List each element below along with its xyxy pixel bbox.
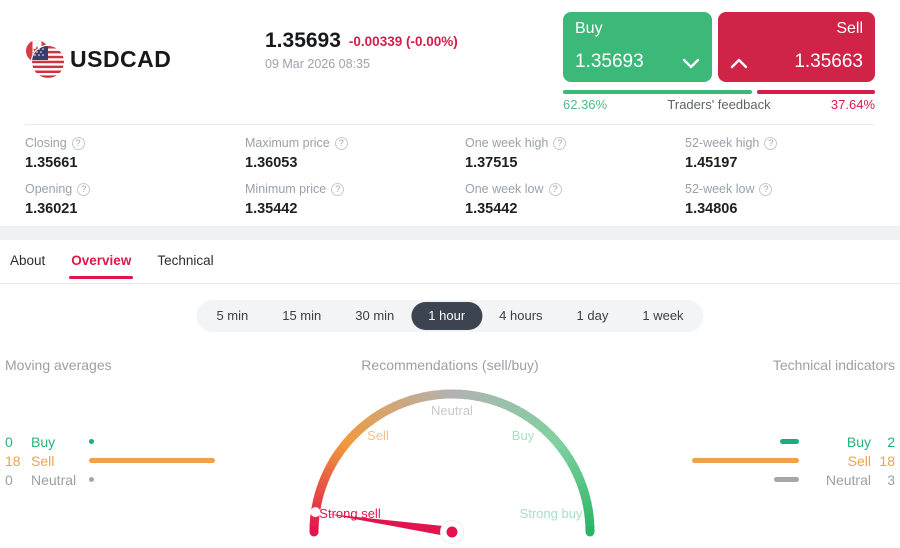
gauge-label-sell: Sell [367, 428, 389, 443]
help-icon[interactable]: ? [334, 136, 348, 150]
help-icon[interactable]: ? [548, 182, 562, 196]
stat-52-week-high: 52-week high? 1.45197 [685, 136, 890, 171]
ti-sell-label: Sell [847, 452, 871, 469]
ma-sell-count: 18 [5, 452, 21, 469]
tab-overview[interactable]: Overview [69, 240, 134, 284]
instrument-overview-page: USDCAD 1.35693 -0.00339 (-0.00%) 09 Mar … [0, 0, 900, 548]
current-price: 1.35693 [265, 29, 341, 52]
ma-neutral-count: 0 [5, 471, 13, 488]
tab-technical[interactable]: Technical [157, 240, 213, 284]
feedback-label: Traders' feedback [667, 97, 771, 112]
recommendations-title: Recommendations (sell/buy) [361, 357, 539, 373]
help-icon[interactable]: ? [764, 136, 778, 150]
timeframe-4hours[interactable]: 4 hours [482, 302, 559, 330]
gauge-label-neutral: Neutral [431, 403, 473, 418]
stat-value: 1.36021 [25, 201, 78, 217]
timeframe-1hour[interactable]: 1 hour [411, 302, 483, 330]
stat-label: Closing [25, 136, 67, 150]
ti-buy-count: 2 [887, 433, 895, 450]
stat-52-week-low: 52-week low? 1.34806 [685, 182, 890, 217]
ti-neutral-label: Neutral [825, 471, 871, 488]
ti-row-sell: Sell 18 [692, 452, 895, 469]
stat-value: 1.35442 [465, 201, 518, 217]
tab-about[interactable]: About [10, 240, 45, 284]
stat-label: Opening [25, 182, 73, 196]
stat-value: 1.34806 [685, 201, 738, 217]
usdcad-flag-icon [25, 40, 66, 80]
feedback-buy-bar [563, 90, 752, 94]
ti-buy-bar [780, 439, 799, 444]
timeframe-1week[interactable]: 1 week [625, 302, 700, 330]
price-timestamp: 09 Mar 2026 08:35 [265, 57, 370, 71]
buy-price: 1.35693 [575, 51, 644, 72]
help-icon[interactable]: ? [77, 182, 91, 196]
stat-value: 1.37515 [465, 155, 518, 171]
stat-value: 1.36053 [245, 155, 298, 171]
ma-row-sell: 18 Sell [5, 452, 215, 469]
help-icon[interactable]: ? [71, 136, 85, 150]
help-icon[interactable]: ? [759, 182, 773, 196]
timeframe-15min[interactable]: 15 min [265, 302, 338, 330]
stat-label: 52-week low [685, 182, 755, 196]
ma-row-buy: 0 Buy [5, 433, 94, 450]
stat-label: Maximum price [245, 136, 330, 150]
chevron-up-icon [730, 58, 748, 69]
stat-one-week-low: One week low? 1.35442 [465, 182, 670, 217]
stat-minimum-price: Minimum price? 1.35442 [245, 182, 450, 217]
timeframe-selector: 5 min 15 min 30 min 1 hour 4 hours 1 day… [196, 300, 704, 332]
gauge-label-buy: Buy [511, 428, 535, 443]
pair-title: USDCAD [70, 46, 172, 72]
feedback-sell-bar [757, 90, 875, 94]
section-tabbar: About Overview Technical [0, 240, 900, 284]
help-icon[interactable]: ? [553, 136, 567, 150]
header-divider [25, 124, 875, 125]
sell-button-label: Sell [836, 20, 863, 37]
sell-button[interactable]: Sell 1.35663 [718, 12, 875, 82]
stat-opening: Opening? 1.36021 [25, 182, 230, 217]
sell-price: 1.35663 [794, 51, 863, 72]
gauge-label-strong-buy: Strong buy [519, 506, 583, 521]
ti-neutral-count: 3 [887, 471, 895, 488]
stat-label: Minimum price [245, 182, 327, 196]
stat-value: 1.35661 [25, 155, 78, 171]
stat-value: 1.35442 [245, 201, 298, 217]
technical-indicators-title: Technical indicators [772, 357, 895, 373]
ti-sell-bar [692, 458, 799, 463]
timeframe-5min[interactable]: 5 min [199, 302, 265, 330]
ma-sell-bar [89, 458, 215, 463]
ma-neutral-bar [89, 477, 94, 482]
ti-buy-label: Buy [846, 433, 871, 450]
timeframe-1day[interactable]: 1 day [560, 302, 626, 330]
ti-neutral-bar [774, 477, 799, 482]
ti-sell-count: 18 [879, 452, 895, 469]
feedback-sell-percent: 37.64% [830, 97, 875, 112]
timeframe-30min[interactable]: 30 min [338, 302, 411, 330]
chevron-down-icon [682, 58, 700, 69]
ma-buy-bar [89, 439, 94, 444]
stat-one-week-high: One week high? 1.37515 [465, 136, 670, 171]
stat-maximum-price: Maximum price? 1.36053 [245, 136, 450, 171]
ti-row-neutral: Neutral 3 [774, 471, 895, 488]
help-icon[interactable]: ? [331, 182, 345, 196]
stat-label: 52-week high [685, 136, 760, 150]
stat-label: One week high [465, 136, 549, 150]
ma-row-neutral: 0 Neutral [5, 471, 94, 488]
buy-button[interactable]: Buy 1.35693 [563, 12, 712, 82]
price-change: -0.00339 (-0.00%) [348, 33, 458, 49]
ma-neutral-label: Neutral [31, 471, 77, 488]
stat-label: One week low [465, 182, 544, 196]
stat-value: 1.45197 [685, 155, 738, 171]
gauge-label-strong-sell: Strong sell [319, 506, 381, 521]
section-gap [0, 226, 900, 240]
ma-buy-label: Buy [31, 433, 56, 450]
ma-buy-count: 0 [5, 433, 13, 450]
ti-row-buy: Buy 2 [780, 433, 895, 450]
stat-closing: Closing? 1.35661 [25, 136, 230, 171]
buy-button-label: Buy [575, 20, 603, 37]
ma-sell-label: Sell [31, 452, 55, 469]
